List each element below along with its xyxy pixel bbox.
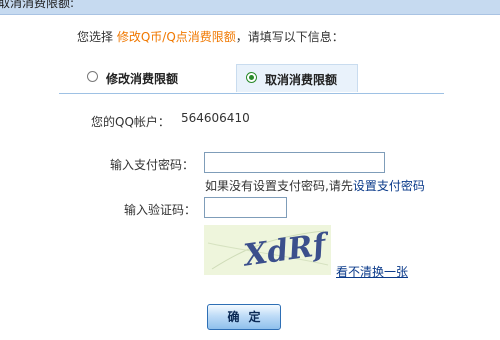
intro-suffix: ，请填写以下信息： — [235, 30, 344, 44]
radio-checked-icon[interactable] — [246, 72, 257, 83]
password-label: 输入支付密码： — [110, 158, 195, 172]
confirm-button[interactable]: 确定 — [207, 304, 281, 330]
title-bar: 取消消费限额: — [0, 0, 500, 15]
account-value: 564606410 — [181, 111, 250, 125]
payment-password-input[interactable] — [204, 152, 385, 173]
refresh-captcha-link[interactable]: 看不清换一张 — [336, 263, 408, 280]
option-cancel-limit[interactable]: 取消消费限额 — [236, 64, 358, 92]
option-cancel-label[interactable]: 取消消费限额 — [265, 71, 337, 88]
password-hint: 如果没有设置支付密码,请先设置支付密码 — [205, 177, 425, 194]
divider — [59, 93, 444, 94]
captcha-image: XdRf — [204, 225, 331, 275]
account-label: 您的QQ帐户： — [91, 115, 170, 129]
captcha-label: 输入验证码： — [124, 203, 197, 217]
captcha-input[interactable] — [204, 197, 287, 218]
intro-text: 您选择 修改Q币/Q点消费限额，请填写以下信息： — [77, 28, 344, 45]
intro-action: 修改Q币/Q点消费限额 — [116, 30, 236, 44]
radio-unchecked-icon[interactable] — [87, 71, 98, 82]
captcha-graphic: XdRf — [207, 227, 331, 274]
option-modify-limit[interactable]: 修改消费限额 — [80, 64, 220, 92]
window-title: 取消消费限额: — [0, 0, 75, 10]
intro-prefix: 您选择 — [77, 30, 114, 44]
option-modify-label[interactable]: 修改消费限额 — [106, 70, 178, 87]
password-hint-text: 如果没有设置支付密码,请先 — [205, 179, 353, 193]
set-password-link[interactable]: 设置支付密码 — [353, 179, 425, 193]
captcha-text: XdRf — [240, 227, 331, 274]
radio-dot — [249, 75, 254, 80]
